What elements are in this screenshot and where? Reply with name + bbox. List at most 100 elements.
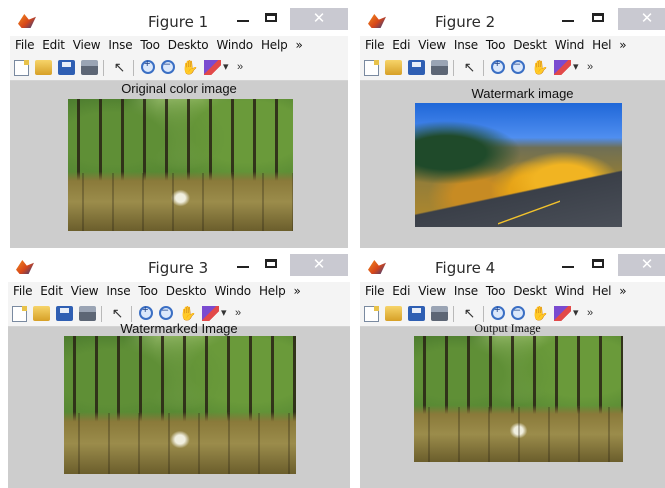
brush-icon[interactable] — [202, 306, 219, 321]
menu-view[interactable]: View — [413, 36, 449, 52]
menu-tools[interactable]: Too — [481, 282, 508, 298]
maximize-button[interactable] — [258, 8, 284, 30]
menu-tools[interactable]: Too — [135, 36, 162, 52]
toolbar-overflow-icon[interactable]: » — [235, 306, 247, 321]
matlab-app-icon[interactable] — [368, 260, 386, 274]
menu-file[interactable]: File — [10, 36, 37, 52]
save-icon[interactable] — [408, 306, 425, 321]
close-button[interactable]: ✕ — [290, 254, 348, 276]
print-icon[interactable] — [431, 60, 448, 75]
zoom-out-icon[interactable] — [511, 58, 525, 74]
save-icon[interactable] — [56, 306, 73, 321]
figure-canvas[interactable]: Output Image — [360, 321, 665, 488]
title-bar[interactable]: Figure 1 ✕ — [10, 8, 348, 36]
menu-help[interactable]: Hel — [587, 36, 614, 52]
menu-overflow-icon[interactable]: » — [291, 36, 306, 52]
zoom-in-icon[interactable] — [491, 304, 505, 320]
menu-desktop[interactable]: Deskt — [508, 36, 550, 52]
title-bar[interactable]: Figure 2 ✕ — [360, 8, 665, 36]
matlab-app-icon[interactable] — [16, 260, 34, 274]
dropdown-icon[interactable]: ▾ — [223, 60, 235, 75]
pan-hand-icon[interactable]: ✋ — [531, 306, 548, 321]
new-file-icon[interactable] — [364, 306, 379, 322]
minimize-button[interactable] — [555, 254, 581, 276]
print-icon[interactable] — [79, 306, 96, 321]
select-arrow-icon[interactable]: ↖ — [111, 60, 128, 75]
dropdown-icon[interactable]: ▾ — [573, 60, 585, 75]
new-file-icon[interactable] — [12, 306, 27, 322]
menu-window[interactable]: Wind — [550, 282, 587, 298]
new-file-icon[interactable] — [364, 60, 379, 76]
menu-help[interactable]: Hel — [587, 282, 614, 298]
zoom-in-icon[interactable] — [141, 58, 155, 74]
open-folder-icon[interactable] — [35, 60, 52, 75]
select-arrow-icon[interactable]: ↖ — [461, 306, 478, 321]
menu-overflow-icon[interactable]: » — [289, 282, 304, 298]
minimize-button[interactable] — [555, 8, 581, 30]
menu-tools[interactable]: Too — [481, 36, 508, 52]
menu-view[interactable]: View — [413, 282, 449, 298]
figure-canvas[interactable]: Original color image — [10, 81, 348, 248]
zoom-out-icon[interactable] — [159, 304, 173, 320]
zoom-in-icon[interactable] — [139, 304, 153, 320]
menu-file[interactable]: File — [8, 282, 35, 298]
save-icon[interactable] — [408, 60, 425, 75]
menu-insert[interactable]: Inse — [449, 36, 481, 52]
menu-overflow-icon[interactable]: » — [614, 282, 629, 298]
menu-insert[interactable]: Inse — [103, 36, 135, 52]
save-icon[interactable] — [58, 60, 75, 75]
maximize-button[interactable] — [258, 254, 284, 276]
figure-canvas[interactable]: Watermark image — [360, 81, 665, 248]
menu-help[interactable]: Help — [256, 36, 291, 52]
title-bar[interactable]: Figure 4 ✕ — [360, 254, 665, 282]
select-arrow-icon[interactable]: ↖ — [461, 60, 478, 75]
maximize-button[interactable] — [585, 8, 611, 30]
toolbar-overflow-icon[interactable]: » — [237, 60, 249, 75]
matlab-app-icon[interactable] — [18, 14, 36, 28]
toolbar-overflow-icon[interactable]: » — [587, 306, 599, 321]
minimize-button[interactable] — [230, 254, 256, 276]
pan-hand-icon[interactable]: ✋ — [179, 306, 196, 321]
brush-icon[interactable] — [204, 60, 221, 75]
new-file-icon[interactable] — [14, 60, 29, 76]
print-icon[interactable] — [81, 60, 98, 75]
matlab-app-icon[interactable] — [368, 14, 386, 28]
toolbar-overflow-icon[interactable]: » — [587, 60, 599, 75]
menu-window[interactable]: Wind — [550, 36, 587, 52]
minimize-button[interactable] — [230, 8, 256, 30]
menu-overflow-icon[interactable]: » — [614, 36, 629, 52]
zoom-in-icon[interactable] — [491, 58, 505, 74]
print-icon[interactable] — [431, 306, 448, 321]
dropdown-icon[interactable]: ▾ — [573, 306, 585, 321]
menu-file[interactable]: File — [360, 36, 387, 52]
menu-view[interactable]: View — [66, 282, 102, 298]
open-folder-icon[interactable] — [385, 306, 402, 321]
zoom-out-icon[interactable] — [511, 304, 525, 320]
menu-window[interactable]: Windo — [211, 36, 256, 52]
title-bar[interactable]: Figure 3 ✕ — [8, 254, 350, 282]
menu-window[interactable]: Windo — [209, 282, 254, 298]
menu-edit[interactable]: Edit — [35, 282, 65, 298]
open-folder-icon[interactable] — [33, 306, 50, 321]
maximize-button[interactable] — [585, 254, 611, 276]
menu-view[interactable]: View — [68, 36, 104, 52]
open-folder-icon[interactable] — [385, 60, 402, 75]
menu-insert[interactable]: Inse — [101, 282, 133, 298]
pan-hand-icon[interactable]: ✋ — [531, 60, 548, 75]
close-button[interactable]: ✕ — [618, 8, 665, 30]
zoom-out-icon[interactable] — [161, 58, 175, 74]
menu-tools[interactable]: Too — [133, 282, 160, 298]
brush-icon[interactable] — [554, 60, 571, 75]
pan-hand-icon[interactable]: ✋ — [181, 60, 198, 75]
menu-insert[interactable]: Inse — [449, 282, 481, 298]
menu-file[interactable]: File — [360, 282, 387, 298]
menu-desktop[interactable]: Deskto — [161, 282, 210, 298]
figure-canvas[interactable]: Watermarked Image — [8, 321, 350, 488]
menu-desktop[interactable]: Deskt — [508, 282, 550, 298]
menu-edit[interactable]: Edi — [387, 36, 413, 52]
menu-help[interactable]: Help — [254, 282, 289, 298]
dropdown-icon[interactable]: ▾ — [221, 306, 233, 321]
menu-desktop[interactable]: Deskto — [163, 36, 212, 52]
menu-edit[interactable]: Edi — [387, 282, 413, 298]
brush-icon[interactable] — [554, 306, 571, 321]
